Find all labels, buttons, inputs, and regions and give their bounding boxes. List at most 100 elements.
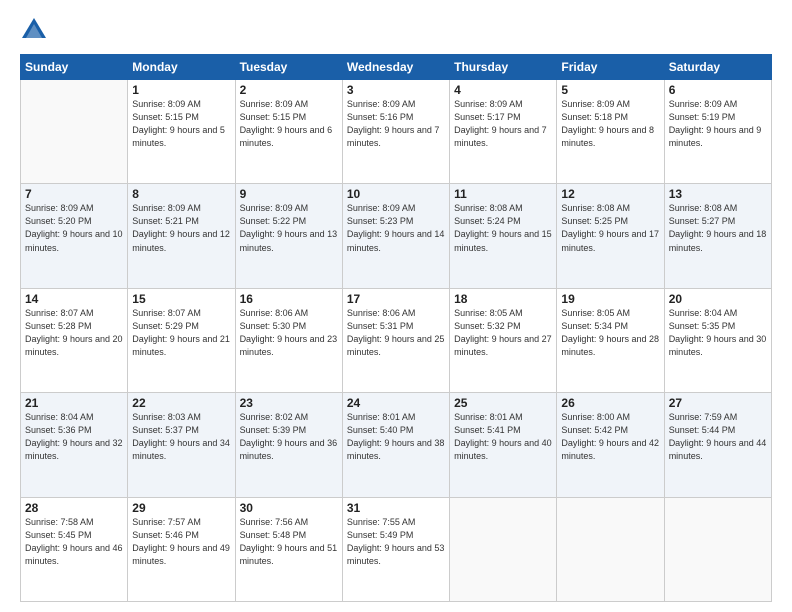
calendar-cell: 11Sunrise: 8:08 AMSunset: 5:24 PMDayligh… [450, 184, 557, 288]
page: SundayMondayTuesdayWednesdayThursdayFrid… [0, 0, 792, 612]
day-info: Sunrise: 7:55 AMSunset: 5:49 PMDaylight:… [347, 516, 445, 568]
day-info: Sunrise: 8:09 AMSunset: 5:16 PMDaylight:… [347, 98, 445, 150]
day-info: Sunrise: 8:09 AMSunset: 5:20 PMDaylight:… [25, 202, 123, 254]
weekday-header-friday: Friday [557, 55, 664, 80]
calendar-cell: 17Sunrise: 8:06 AMSunset: 5:31 PMDayligh… [342, 288, 449, 392]
calendar-cell: 27Sunrise: 7:59 AMSunset: 5:44 PMDayligh… [664, 393, 771, 497]
calendar-cell: 20Sunrise: 8:04 AMSunset: 5:35 PMDayligh… [664, 288, 771, 392]
day-info: Sunrise: 8:09 AMSunset: 5:17 PMDaylight:… [454, 98, 552, 150]
day-info: Sunrise: 8:08 AMSunset: 5:24 PMDaylight:… [454, 202, 552, 254]
calendar-cell: 30Sunrise: 7:56 AMSunset: 5:48 PMDayligh… [235, 497, 342, 601]
calendar-cell: 31Sunrise: 7:55 AMSunset: 5:49 PMDayligh… [342, 497, 449, 601]
weekday-header-row: SundayMondayTuesdayWednesdayThursdayFrid… [21, 55, 772, 80]
day-number: 20 [669, 292, 767, 306]
day-info: Sunrise: 8:09 AMSunset: 5:18 PMDaylight:… [561, 98, 659, 150]
day-info: Sunrise: 8:02 AMSunset: 5:39 PMDaylight:… [240, 411, 338, 463]
calendar-cell: 4Sunrise: 8:09 AMSunset: 5:17 PMDaylight… [450, 80, 557, 184]
day-number: 26 [561, 396, 659, 410]
calendar-cell: 16Sunrise: 8:06 AMSunset: 5:30 PMDayligh… [235, 288, 342, 392]
day-number: 14 [25, 292, 123, 306]
day-info: Sunrise: 8:06 AMSunset: 5:30 PMDaylight:… [240, 307, 338, 359]
weekday-header-thursday: Thursday [450, 55, 557, 80]
day-number: 22 [132, 396, 230, 410]
calendar-cell: 28Sunrise: 7:58 AMSunset: 5:45 PMDayligh… [21, 497, 128, 601]
day-info: Sunrise: 8:01 AMSunset: 5:41 PMDaylight:… [454, 411, 552, 463]
calendar-cell: 13Sunrise: 8:08 AMSunset: 5:27 PMDayligh… [664, 184, 771, 288]
day-info: Sunrise: 8:09 AMSunset: 5:15 PMDaylight:… [240, 98, 338, 150]
calendar-cell: 3Sunrise: 8:09 AMSunset: 5:16 PMDaylight… [342, 80, 449, 184]
calendar-cell: 22Sunrise: 8:03 AMSunset: 5:37 PMDayligh… [128, 393, 235, 497]
day-info: Sunrise: 8:04 AMSunset: 5:36 PMDaylight:… [25, 411, 123, 463]
calendar-cell [664, 497, 771, 601]
day-number: 29 [132, 501, 230, 515]
day-number: 4 [454, 83, 552, 97]
logo-icon [20, 16, 48, 44]
calendar-cell: 24Sunrise: 8:01 AMSunset: 5:40 PMDayligh… [342, 393, 449, 497]
day-number: 25 [454, 396, 552, 410]
calendar-cell [557, 497, 664, 601]
day-number: 8 [132, 187, 230, 201]
calendar-cell: 18Sunrise: 8:05 AMSunset: 5:32 PMDayligh… [450, 288, 557, 392]
calendar-cell: 25Sunrise: 8:01 AMSunset: 5:41 PMDayligh… [450, 393, 557, 497]
calendar-cell: 10Sunrise: 8:09 AMSunset: 5:23 PMDayligh… [342, 184, 449, 288]
calendar-cell: 26Sunrise: 8:00 AMSunset: 5:42 PMDayligh… [557, 393, 664, 497]
day-info: Sunrise: 8:08 AMSunset: 5:27 PMDaylight:… [669, 202, 767, 254]
day-number: 30 [240, 501, 338, 515]
calendar-cell: 8Sunrise: 8:09 AMSunset: 5:21 PMDaylight… [128, 184, 235, 288]
weekday-header-sunday: Sunday [21, 55, 128, 80]
day-number: 15 [132, 292, 230, 306]
calendar-cell: 7Sunrise: 8:09 AMSunset: 5:20 PMDaylight… [21, 184, 128, 288]
day-info: Sunrise: 8:05 AMSunset: 5:32 PMDaylight:… [454, 307, 552, 359]
calendar-week-row: 14Sunrise: 8:07 AMSunset: 5:28 PMDayligh… [21, 288, 772, 392]
calendar-week-row: 7Sunrise: 8:09 AMSunset: 5:20 PMDaylight… [21, 184, 772, 288]
calendar-cell: 19Sunrise: 8:05 AMSunset: 5:34 PMDayligh… [557, 288, 664, 392]
day-number: 23 [240, 396, 338, 410]
calendar-cell: 23Sunrise: 8:02 AMSunset: 5:39 PMDayligh… [235, 393, 342, 497]
calendar-cell: 12Sunrise: 8:08 AMSunset: 5:25 PMDayligh… [557, 184, 664, 288]
calendar-table: SundayMondayTuesdayWednesdayThursdayFrid… [20, 54, 772, 602]
day-info: Sunrise: 8:03 AMSunset: 5:37 PMDaylight:… [132, 411, 230, 463]
header [20, 16, 772, 44]
day-number: 11 [454, 187, 552, 201]
day-number: 3 [347, 83, 445, 97]
day-number: 24 [347, 396, 445, 410]
day-number: 18 [454, 292, 552, 306]
day-info: Sunrise: 8:04 AMSunset: 5:35 PMDaylight:… [669, 307, 767, 359]
day-number: 6 [669, 83, 767, 97]
calendar-cell: 5Sunrise: 8:09 AMSunset: 5:18 PMDaylight… [557, 80, 664, 184]
day-number: 13 [669, 187, 767, 201]
logo [20, 16, 54, 44]
day-info: Sunrise: 8:09 AMSunset: 5:23 PMDaylight:… [347, 202, 445, 254]
calendar-cell: 29Sunrise: 7:57 AMSunset: 5:46 PMDayligh… [128, 497, 235, 601]
day-info: Sunrise: 8:07 AMSunset: 5:28 PMDaylight:… [25, 307, 123, 359]
day-number: 9 [240, 187, 338, 201]
day-info: Sunrise: 8:09 AMSunset: 5:21 PMDaylight:… [132, 202, 230, 254]
day-number: 19 [561, 292, 659, 306]
day-info: Sunrise: 8:06 AMSunset: 5:31 PMDaylight:… [347, 307, 445, 359]
calendar-cell [21, 80, 128, 184]
day-info: Sunrise: 8:00 AMSunset: 5:42 PMDaylight:… [561, 411, 659, 463]
day-number: 17 [347, 292, 445, 306]
day-info: Sunrise: 8:05 AMSunset: 5:34 PMDaylight:… [561, 307, 659, 359]
calendar-cell: 15Sunrise: 8:07 AMSunset: 5:29 PMDayligh… [128, 288, 235, 392]
day-number: 10 [347, 187, 445, 201]
weekday-header-tuesday: Tuesday [235, 55, 342, 80]
day-number: 28 [25, 501, 123, 515]
weekday-header-wednesday: Wednesday [342, 55, 449, 80]
day-number: 27 [669, 396, 767, 410]
day-number: 7 [25, 187, 123, 201]
day-info: Sunrise: 8:09 AMSunset: 5:22 PMDaylight:… [240, 202, 338, 254]
day-info: Sunrise: 7:58 AMSunset: 5:45 PMDaylight:… [25, 516, 123, 568]
day-info: Sunrise: 8:07 AMSunset: 5:29 PMDaylight:… [132, 307, 230, 359]
day-number: 16 [240, 292, 338, 306]
day-info: Sunrise: 7:56 AMSunset: 5:48 PMDaylight:… [240, 516, 338, 568]
calendar-cell [450, 497, 557, 601]
calendar-cell: 2Sunrise: 8:09 AMSunset: 5:15 PMDaylight… [235, 80, 342, 184]
day-info: Sunrise: 8:09 AMSunset: 5:19 PMDaylight:… [669, 98, 767, 150]
day-number: 5 [561, 83, 659, 97]
calendar-week-row: 1Sunrise: 8:09 AMSunset: 5:15 PMDaylight… [21, 80, 772, 184]
day-number: 12 [561, 187, 659, 201]
calendar-cell: 9Sunrise: 8:09 AMSunset: 5:22 PMDaylight… [235, 184, 342, 288]
calendar-cell: 21Sunrise: 8:04 AMSunset: 5:36 PMDayligh… [21, 393, 128, 497]
day-number: 2 [240, 83, 338, 97]
